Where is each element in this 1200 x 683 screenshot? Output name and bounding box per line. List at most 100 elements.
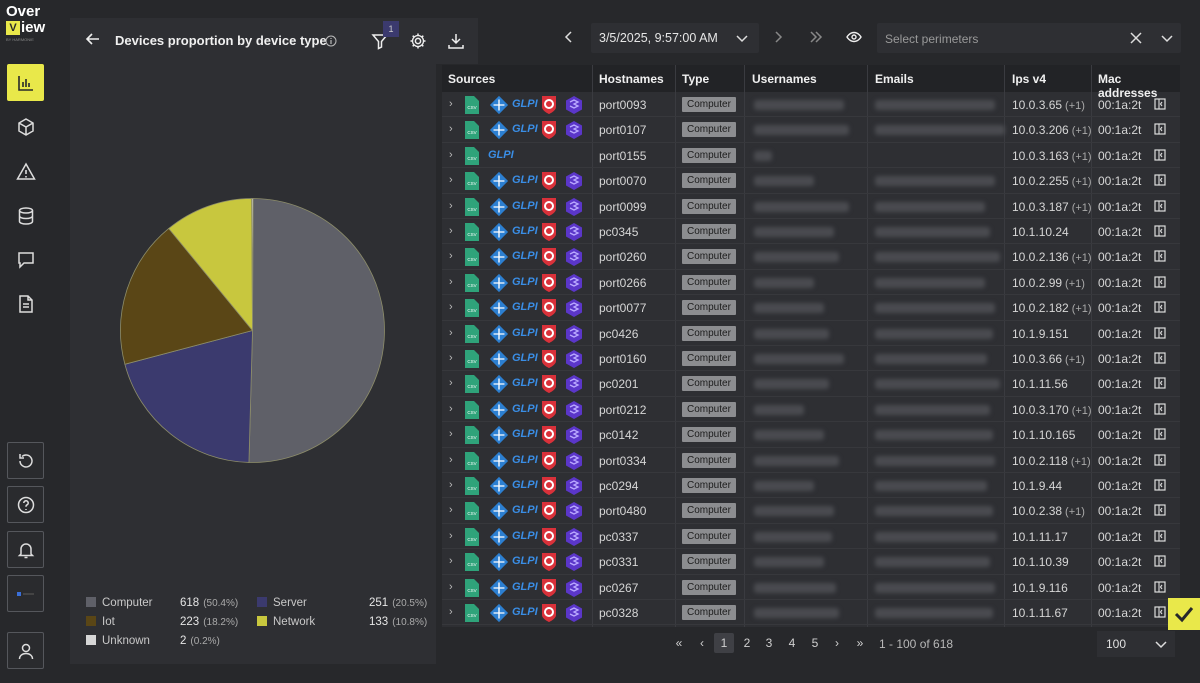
eye-icon[interactable] [846, 29, 862, 45]
nav-reports[interactable] [7, 285, 44, 322]
table-row[interactable]: › CSV GLPI pc0337 Computer 10.1.11.17 00:1a:2t [442, 524, 1180, 550]
hostname-cell[interactable]: port0077 [599, 301, 646, 315]
hostname-cell[interactable]: pc0142 [599, 428, 638, 442]
hostname-cell[interactable]: port0212 [599, 403, 646, 417]
expand-chevron-icon[interactable]: › [449, 327, 453, 339]
expand-panel-icon[interactable] [1154, 225, 1166, 237]
expand-panel-icon[interactable] [1154, 403, 1166, 415]
hostname-cell[interactable]: pc0426 [599, 327, 638, 341]
table-row[interactable]: › CSV GLPI pc0426 Computer 10.1.9.151 00:1a:2t [442, 321, 1180, 346]
expand-chevron-icon[interactable]: › [449, 581, 453, 593]
back-arrow-icon[interactable] [84, 30, 102, 48]
table-row[interactable]: › CSV GLPI port0480 Computer 10.0.2.38 (+1) 00:… [442, 498, 1180, 524]
nav-assets[interactable] [7, 108, 44, 145]
legend-item-computer[interactable]: Computer [86, 597, 153, 609]
nav-database[interactable] [7, 197, 44, 234]
hostname-cell[interactable]: port0266 [599, 276, 646, 290]
table-row[interactable]: › CSV GLPI pc0331 Computer 10.1.10.39 00:1a:2t [442, 549, 1180, 575]
expand-panel-icon[interactable] [1154, 530, 1166, 542]
hostname-cell[interactable]: pc0345 [599, 225, 638, 239]
hostname-cell[interactable]: pc0267 [599, 581, 638, 595]
expand-chevron-icon[interactable]: › [449, 454, 453, 466]
legend-item-server[interactable]: Server [257, 597, 307, 609]
previous-date-button[interactable] [561, 29, 577, 45]
expand-chevron-icon[interactable]: › [449, 174, 453, 186]
next-page-button[interactable]: › [827, 633, 847, 653]
close-icon[interactable] [1129, 31, 1143, 45]
expand-panel-icon[interactable] [1154, 504, 1166, 516]
notifications-button[interactable] [7, 531, 44, 568]
col-header-emails[interactable]: Emails [875, 72, 914, 86]
expand-panel-icon[interactable] [1154, 555, 1166, 567]
col-header-ips[interactable]: Ips v4 [1012, 72, 1046, 86]
table-row[interactable]: › CSV GLPI port0155 Computer 10.0.3.163 (+1) 00… [442, 143, 1180, 169]
expand-panel-icon[interactable] [1154, 377, 1166, 389]
first-page-button[interactable]: « [669, 633, 689, 653]
table-row[interactable]: › CSV GLPI pc0201 Computer 10.1.11.56 00:1a:2t [442, 371, 1180, 397]
expand-panel-icon[interactable] [1154, 199, 1166, 212]
hostname-cell[interactable]: port0260 [599, 250, 646, 264]
table-row[interactable]: › CSV GLPI port0260 Computer 10.0.2.136 (+1) 00… [442, 244, 1180, 270]
expand-chevron-icon[interactable]: › [449, 276, 453, 288]
hostname-cell[interactable]: pc0337 [599, 530, 638, 544]
expand-panel-icon[interactable] [1154, 606, 1166, 618]
hostname-cell[interactable]: port0160 [599, 352, 646, 366]
expand-panel-icon[interactable] [1154, 352, 1166, 364]
page-1-button[interactable]: 1 [714, 633, 734, 653]
table-row[interactable]: › CSV GLPI port0160 Computer 10.0.3.66 (+1) 00:… [442, 346, 1180, 372]
expand-chevron-icon[interactable]: › [449, 123, 453, 135]
prev-page-button[interactable]: ‹ [692, 633, 712, 653]
hostname-cell[interactable]: port0093 [599, 98, 646, 112]
page-4-button[interactable]: 4 [782, 633, 802, 653]
expand-chevron-icon[interactable]: › [449, 98, 453, 110]
expand-panel-icon[interactable] [1154, 301, 1166, 313]
table-row[interactable]: › CSV GLPI port0266 Computer 10.0.2.99 (+1) 00:… [442, 270, 1180, 296]
help-button[interactable] [7, 486, 44, 523]
table-row[interactable]: › CSV GLPI pc0345 Computer 10.1.10.24 00:1a:2t [442, 219, 1180, 245]
page-size-select[interactable]: 100 [1097, 631, 1175, 657]
expand-panel-icon[interactable] [1154, 123, 1166, 135]
expand-panel-icon[interactable] [1154, 174, 1166, 186]
legend-item-iot[interactable]: Iot [86, 616, 115, 628]
next-date-button[interactable] [770, 29, 786, 45]
date-picker[interactable]: 3/5/2025, 9:57:00 AM [591, 23, 759, 53]
table-row[interactable]: › CSV GLPI pc0267 Computer 10.1.9.116 00:1a:2t [442, 575, 1180, 600]
expand-panel-icon[interactable] [1154, 326, 1166, 339]
reset-button[interactable] [7, 442, 44, 479]
page-2-button[interactable]: 2 [737, 633, 757, 653]
hostname-cell[interactable]: port0480 [599, 504, 646, 518]
expand-chevron-icon[interactable]: › [449, 504, 453, 516]
table-row[interactable]: › CSV GLPI pc0328 Computer 10.1.11.67 00:1a:2t [442, 600, 1180, 626]
expand-chevron-icon[interactable]: › [449, 352, 453, 364]
nav-alerts[interactable] [7, 153, 44, 190]
expand-panel-icon[interactable] [1154, 453, 1166, 466]
table-row[interactable]: › CSV GLPI pc0294 Computer 10.1.9.44 00:1a:2t [442, 473, 1180, 499]
expand-chevron-icon[interactable]: › [449, 403, 453, 415]
page-3-button[interactable]: 3 [759, 633, 779, 653]
table-row[interactable]: › CSV GLPI port0334 Computer 10.0.2.118 (+1) 00… [442, 448, 1180, 473]
expand-panel-icon[interactable] [1154, 149, 1166, 161]
table-row[interactable]: › CSV GLPI port0093 Computer 10.0.3.65 (+1) 00:… [442, 92, 1180, 118]
expand-chevron-icon[interactable]: › [449, 555, 453, 567]
col-header-sources[interactable]: Sources [448, 72, 495, 86]
expand-chevron-icon[interactable]: › [449, 149, 453, 161]
table-row[interactable]: › CSV GLPI port0070 Computer 10.0.2.255 (+1) 00… [442, 168, 1180, 194]
expand-panel-icon[interactable] [1154, 276, 1166, 288]
expand-panel-icon[interactable] [1154, 98, 1166, 110]
table-row[interactable]: › CSV GLPI pc0142 Computer 10.1.10.165 00:1a:2… [442, 422, 1180, 448]
col-header-hostnames[interactable]: Hostnames [599, 72, 664, 86]
expand-chevron-icon[interactable]: › [449, 377, 453, 389]
gear-icon[interactable] [408, 31, 428, 51]
expand-chevron-icon[interactable]: › [449, 250, 453, 262]
chevron-down-icon[interactable] [1160, 31, 1174, 45]
organization-switcher[interactable] [7, 575, 44, 612]
expand-chevron-icon[interactable]: › [449, 428, 453, 440]
expand-panel-icon[interactable] [1154, 428, 1166, 440]
table-row[interactable]: › CSV GLPI port0107 Computer 10.0.3.206 (+1) 00… [442, 117, 1180, 143]
table-row[interactable]: › CSV GLPI port0077 Computer 10.0.2.182 (+1) 00… [442, 295, 1180, 321]
last-page-button[interactable]: » [850, 633, 870, 653]
expand-panel-icon[interactable] [1154, 250, 1166, 262]
nav-messages[interactable] [7, 241, 44, 278]
hostname-cell[interactable]: port0334 [599, 454, 646, 468]
legend-item-unknown[interactable]: Unknown [86, 635, 150, 647]
